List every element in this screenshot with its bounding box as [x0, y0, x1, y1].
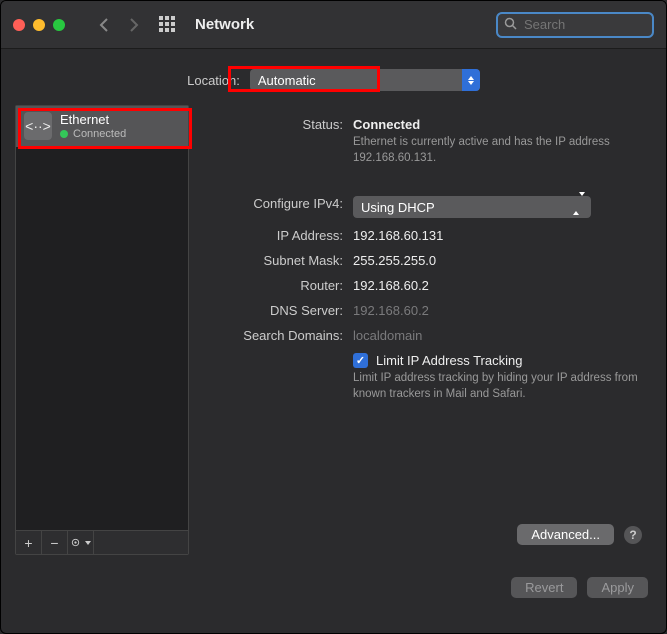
dns-server-label: DNS Server: — [211, 303, 353, 318]
zoom-button[interactable] — [53, 19, 65, 31]
status-dot-icon — [60, 130, 68, 138]
forward-button[interactable] — [123, 14, 145, 36]
service-actions-button[interactable] — [68, 531, 94, 555]
help-button[interactable]: ? — [624, 526, 642, 544]
limit-ip-tracking-desc: Limit IP address tracking by hiding your… — [353, 371, 642, 402]
search-input[interactable] — [496, 12, 654, 38]
location-dropdown[interactable]: Automatic — [250, 69, 480, 91]
window-controls — [13, 19, 65, 31]
dns-server-value: 192.168.60.2 — [353, 303, 642, 318]
status-desc: Ethernet is currently active and has the… — [353, 135, 642, 166]
window-title: Network — [195, 16, 254, 33]
service-sidebar: <··> Ethernet Connected + − — [15, 105, 189, 555]
ip-address-label: IP Address: — [211, 228, 353, 243]
status-label: Status: — [211, 117, 353, 166]
limit-ip-tracking-checkbox[interactable]: ✓ — [353, 353, 368, 368]
minimize-button[interactable] — [33, 19, 45, 31]
configure-ipv4-label: Configure IPv4: — [211, 196, 353, 218]
footer: Revert Apply — [1, 565, 666, 598]
limit-ip-tracking-label: Limit IP Address Tracking — [376, 353, 522, 368]
dropdown-arrows-icon — [573, 196, 591, 218]
service-name: Ethernet — [60, 112, 126, 128]
titlebar: Network — [1, 1, 666, 49]
location-value: Automatic — [258, 73, 316, 88]
revert-button[interactable]: Revert — [511, 577, 577, 598]
ip-address-value: 192.168.60.131 — [353, 228, 642, 243]
ethernet-icon: <··> — [24, 112, 52, 140]
search-domains-label: Search Domains: — [211, 328, 353, 343]
subnet-mask-value: 255.255.255.0 — [353, 253, 642, 268]
add-service-button[interactable]: + — [16, 531, 42, 555]
advanced-button[interactable]: Advanced... — [517, 524, 614, 545]
configure-ipv4-dropdown[interactable]: Using DHCP — [353, 196, 591, 218]
service-status: Connected — [73, 128, 126, 141]
dropdown-arrows-icon — [462, 69, 480, 91]
location-label: Location: — [187, 73, 240, 88]
search-wrap — [496, 12, 654, 38]
location-row: Location: Automatic — [1, 49, 666, 105]
search-domains-value: localdomain — [353, 328, 642, 343]
apply-button[interactable]: Apply — [587, 577, 648, 598]
main-panel: Status: Connected Ethernet is currently … — [201, 105, 652, 555]
service-list: <··> Ethernet Connected — [16, 106, 188, 530]
router-value: 192.168.60.2 — [353, 278, 642, 293]
sidebar-toolbar: + − — [16, 530, 188, 554]
router-label: Router: — [211, 278, 353, 293]
show-all-icon[interactable] — [159, 16, 177, 34]
remove-service-button[interactable]: − — [42, 531, 68, 555]
subnet-mask-label: Subnet Mask: — [211, 253, 353, 268]
back-button[interactable] — [93, 14, 115, 36]
close-button[interactable] — [13, 19, 25, 31]
search-icon — [504, 17, 517, 33]
service-item-ethernet[interactable]: <··> Ethernet Connected — [16, 106, 188, 147]
configure-ipv4-value: Using DHCP — [361, 200, 435, 215]
status-value: Connected — [353, 117, 642, 132]
network-prefpane: Network Location: Automatic <··> Etherne… — [0, 0, 667, 634]
